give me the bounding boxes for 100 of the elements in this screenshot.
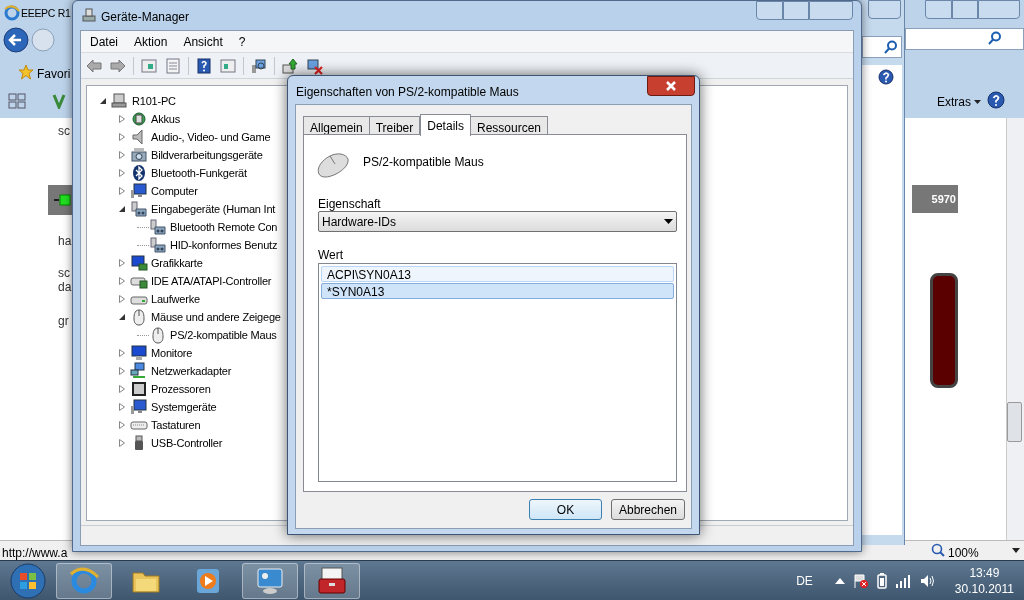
menu-item[interactable]: Datei [90, 32, 118, 51]
mouse-icon [316, 150, 350, 178]
minimize-button[interactable] [925, 0, 952, 19]
expand-arrow-icon[interactable] [118, 115, 126, 123]
tree-item[interactable]: Eingabegeräte (Human Int [151, 200, 276, 218]
expand-arrow-icon[interactable] [118, 349, 126, 357]
taskbar-button[interactable] [304, 562, 360, 599]
dropdown-caret-icon[interactable] [1012, 548, 1020, 553]
search-icon[interactable] [988, 31, 1002, 45]
device-name: PS/2-kompatible Maus [363, 154, 484, 171]
menu-item[interactable]: Aktion [134, 32, 168, 51]
cancel-button[interactable]: Abbrechen [611, 499, 685, 520]
collapse-arrow-icon[interactable] [118, 313, 126, 321]
menu-item[interactable]: Ansicht [183, 32, 223, 51]
tree-item[interactable]: Computer [151, 182, 198, 200]
tree-item[interactable]: Prozessoren [151, 380, 211, 398]
tools-menu-button[interactable]: Extras [937, 93, 981, 111]
scrollbar-thumb[interactable] [1007, 402, 1022, 442]
language-indicator[interactable]: DE [796, 571, 813, 590]
clock-time[interactable]: 13:49 [969, 564, 1000, 581]
clock-date[interactable]: 30.10.2011 [954, 580, 1014, 597]
minimize-button[interactable] [756, 1, 783, 20]
device-manager-icon [81, 7, 97, 23]
tab-site-icon[interactable] [51, 93, 67, 109]
status-url: http://www.a [2, 545, 68, 562]
gamepad-icon [149, 236, 167, 254]
pane-icon[interactable] [219, 56, 237, 75]
start-button-icon[interactable] [8, 561, 48, 600]
window-title: EEEPC R1 [21, 6, 71, 21]
update-driver-icon[interactable] [281, 56, 299, 75]
expand-arrow-icon[interactable] [118, 187, 126, 195]
expand-arrow-icon[interactable] [118, 295, 126, 303]
signal-icon[interactable] [894, 573, 911, 588]
tree-item[interactable]: Bluetooth-Funkgerät [151, 164, 247, 182]
tree-item[interactable]: Bluetooth Remote Con [170, 218, 278, 236]
dropdown-caret-icon [974, 100, 981, 104]
browser-logo-icon [4, 5, 20, 21]
scrollbar[interactable] [1006, 118, 1024, 540]
tree-item[interactable]: Tastaturen [151, 416, 201, 434]
maximize-button[interactable] [783, 1, 809, 20]
zoom-level[interactable]: 100% [948, 544, 979, 562]
tree-item[interactable]: PS/2-kompatible Maus [170, 326, 277, 344]
pane-icon[interactable] [140, 56, 158, 75]
tree-item[interactable]: Bildverarbeitungsgeräte [151, 146, 263, 164]
bluetooth-icon [130, 164, 148, 182]
expand-arrow-icon[interactable] [118, 403, 126, 411]
tree-item[interactable]: Monitore [151, 344, 193, 362]
zoom-icon[interactable] [931, 543, 945, 557]
restore-button[interactable] [952, 0, 978, 19]
search-field[interactable] [905, 28, 1024, 50]
flag-icon[interactable] [852, 572, 869, 589]
expand-arrow-icon[interactable] [118, 259, 126, 267]
tree-item[interactable]: Grafikkarte [151, 254, 203, 272]
network-icon [130, 362, 148, 380]
search-icon[interactable] [884, 40, 898, 54]
tab-grid-icon[interactable] [8, 93, 26, 109]
tree-item[interactable]: Audio-, Video- und Game [151, 128, 271, 146]
tree-item[interactable]: R101-PC [132, 92, 176, 110]
tree-item[interactable]: Mäuse und andere Zeigege [151, 308, 281, 326]
up-arrow-icon[interactable] [834, 576, 845, 585]
expand-arrow-icon[interactable] [118, 151, 126, 159]
tab[interactable]: Details [420, 114, 471, 136]
expand-arrow-icon[interactable] [118, 439, 126, 447]
expand-arrow-icon[interactable] [118, 367, 126, 375]
dropdown-caret-icon [664, 219, 673, 224]
battery-icon[interactable] [876, 572, 887, 589]
collapse-arrow-icon[interactable] [99, 97, 107, 105]
help-icon[interactable] [987, 91, 1005, 109]
computer-icon [111, 92, 129, 110]
collapse-arrow-icon[interactable] [118, 205, 126, 213]
tree-item[interactable]: Systemgeräte [151, 398, 217, 416]
expand-arrow-icon[interactable] [118, 385, 126, 393]
close-button[interactable] [647, 76, 695, 96]
help-icon[interactable] [195, 56, 213, 75]
search-field[interactable] [862, 36, 902, 58]
scan-hardware-icon[interactable] [250, 56, 268, 75]
favorites-button[interactable]: Favori [37, 65, 71, 83]
property-dropdown[interactable]: Hardware-IDs [318, 211, 677, 232]
expand-arrow-icon[interactable] [118, 421, 126, 429]
expand-arrow-icon[interactable] [118, 169, 126, 177]
gamepad-icon [130, 200, 148, 218]
list-item[interactable]: *SYN0A13 [321, 283, 674, 299]
tree-item[interactable]: IDE ATA/ATAPI-Controller [151, 272, 272, 290]
menu-item[interactable]: ? [238, 32, 246, 51]
close-icon [665, 81, 677, 91]
star-icon[interactable] [18, 64, 34, 80]
ok-button[interactable]: OK [529, 499, 602, 520]
properties-icon[interactable] [164, 56, 182, 75]
expand-arrow-icon[interactable] [118, 133, 126, 141]
tree-item[interactable]: HID-konformes Benutz [170, 236, 278, 254]
expand-arrow-icon[interactable] [118, 277, 126, 285]
uninstall-icon[interactable] [305, 56, 323, 75]
help-icon[interactable] [878, 69, 894, 85]
tree-item[interactable]: Akkus [151, 110, 180, 128]
tree-item[interactable]: USB-Controller [151, 434, 223, 452]
tree-item[interactable]: Laufwerke [151, 290, 200, 308]
back-button-icon[interactable] [3, 27, 29, 53]
tree-item[interactable]: Netzwerkadapter [151, 362, 232, 380]
list-item[interactable]: ACPI\SYN0A13 [321, 266, 674, 282]
gamepad-icon [149, 218, 167, 236]
